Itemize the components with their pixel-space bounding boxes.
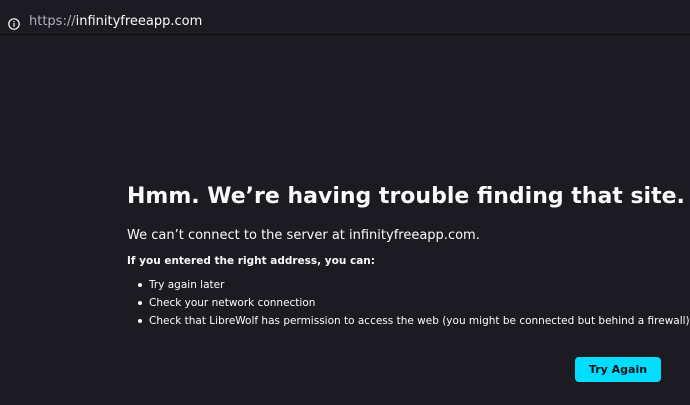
suggestion-item: Check that LibreWolf has permission to a… <box>127 312 690 330</box>
error-description: We can’t connect to the server at infini… <box>127 228 480 243</box>
url-text[interactable]: https://infinityfreeapp.com <box>29 13 202 31</box>
suggestions-heading: If you entered the right address, you ca… <box>127 255 375 267</box>
bullet-icon <box>138 301 142 305</box>
error-content: Hmm. We’re having trouble finding that s… <box>127 180 690 330</box>
suggestion-text: Try again later <box>149 279 225 291</box>
suggestion-item: Check your network connection <box>127 294 677 312</box>
url-scheme: https:// <box>29 14 76 29</box>
suggestions-list: Try again later Check your network conne… <box>127 276 690 330</box>
suggestion-item: Try again later <box>127 276 677 294</box>
info-icon[interactable] <box>8 15 20 30</box>
toolbar-divider <box>0 34 690 35</box>
url-field[interactable]: https://infinityfreeapp.com <box>2 4 688 32</box>
try-again-button[interactable]: Try Again <box>575 357 661 382</box>
url-host: infinityfreeapp.com <box>75 14 203 29</box>
address-bar: https://infinityfreeapp.com <box>0 0 690 34</box>
suggestion-text: Check that LibreWolf has permission to a… <box>149 315 690 327</box>
suggestion-text: Check your network connection <box>149 297 316 309</box>
bullet-icon <box>138 319 142 323</box>
error-title: Hmm. We’re having trouble finding that s… <box>127 184 685 209</box>
bullet-icon <box>138 283 142 287</box>
